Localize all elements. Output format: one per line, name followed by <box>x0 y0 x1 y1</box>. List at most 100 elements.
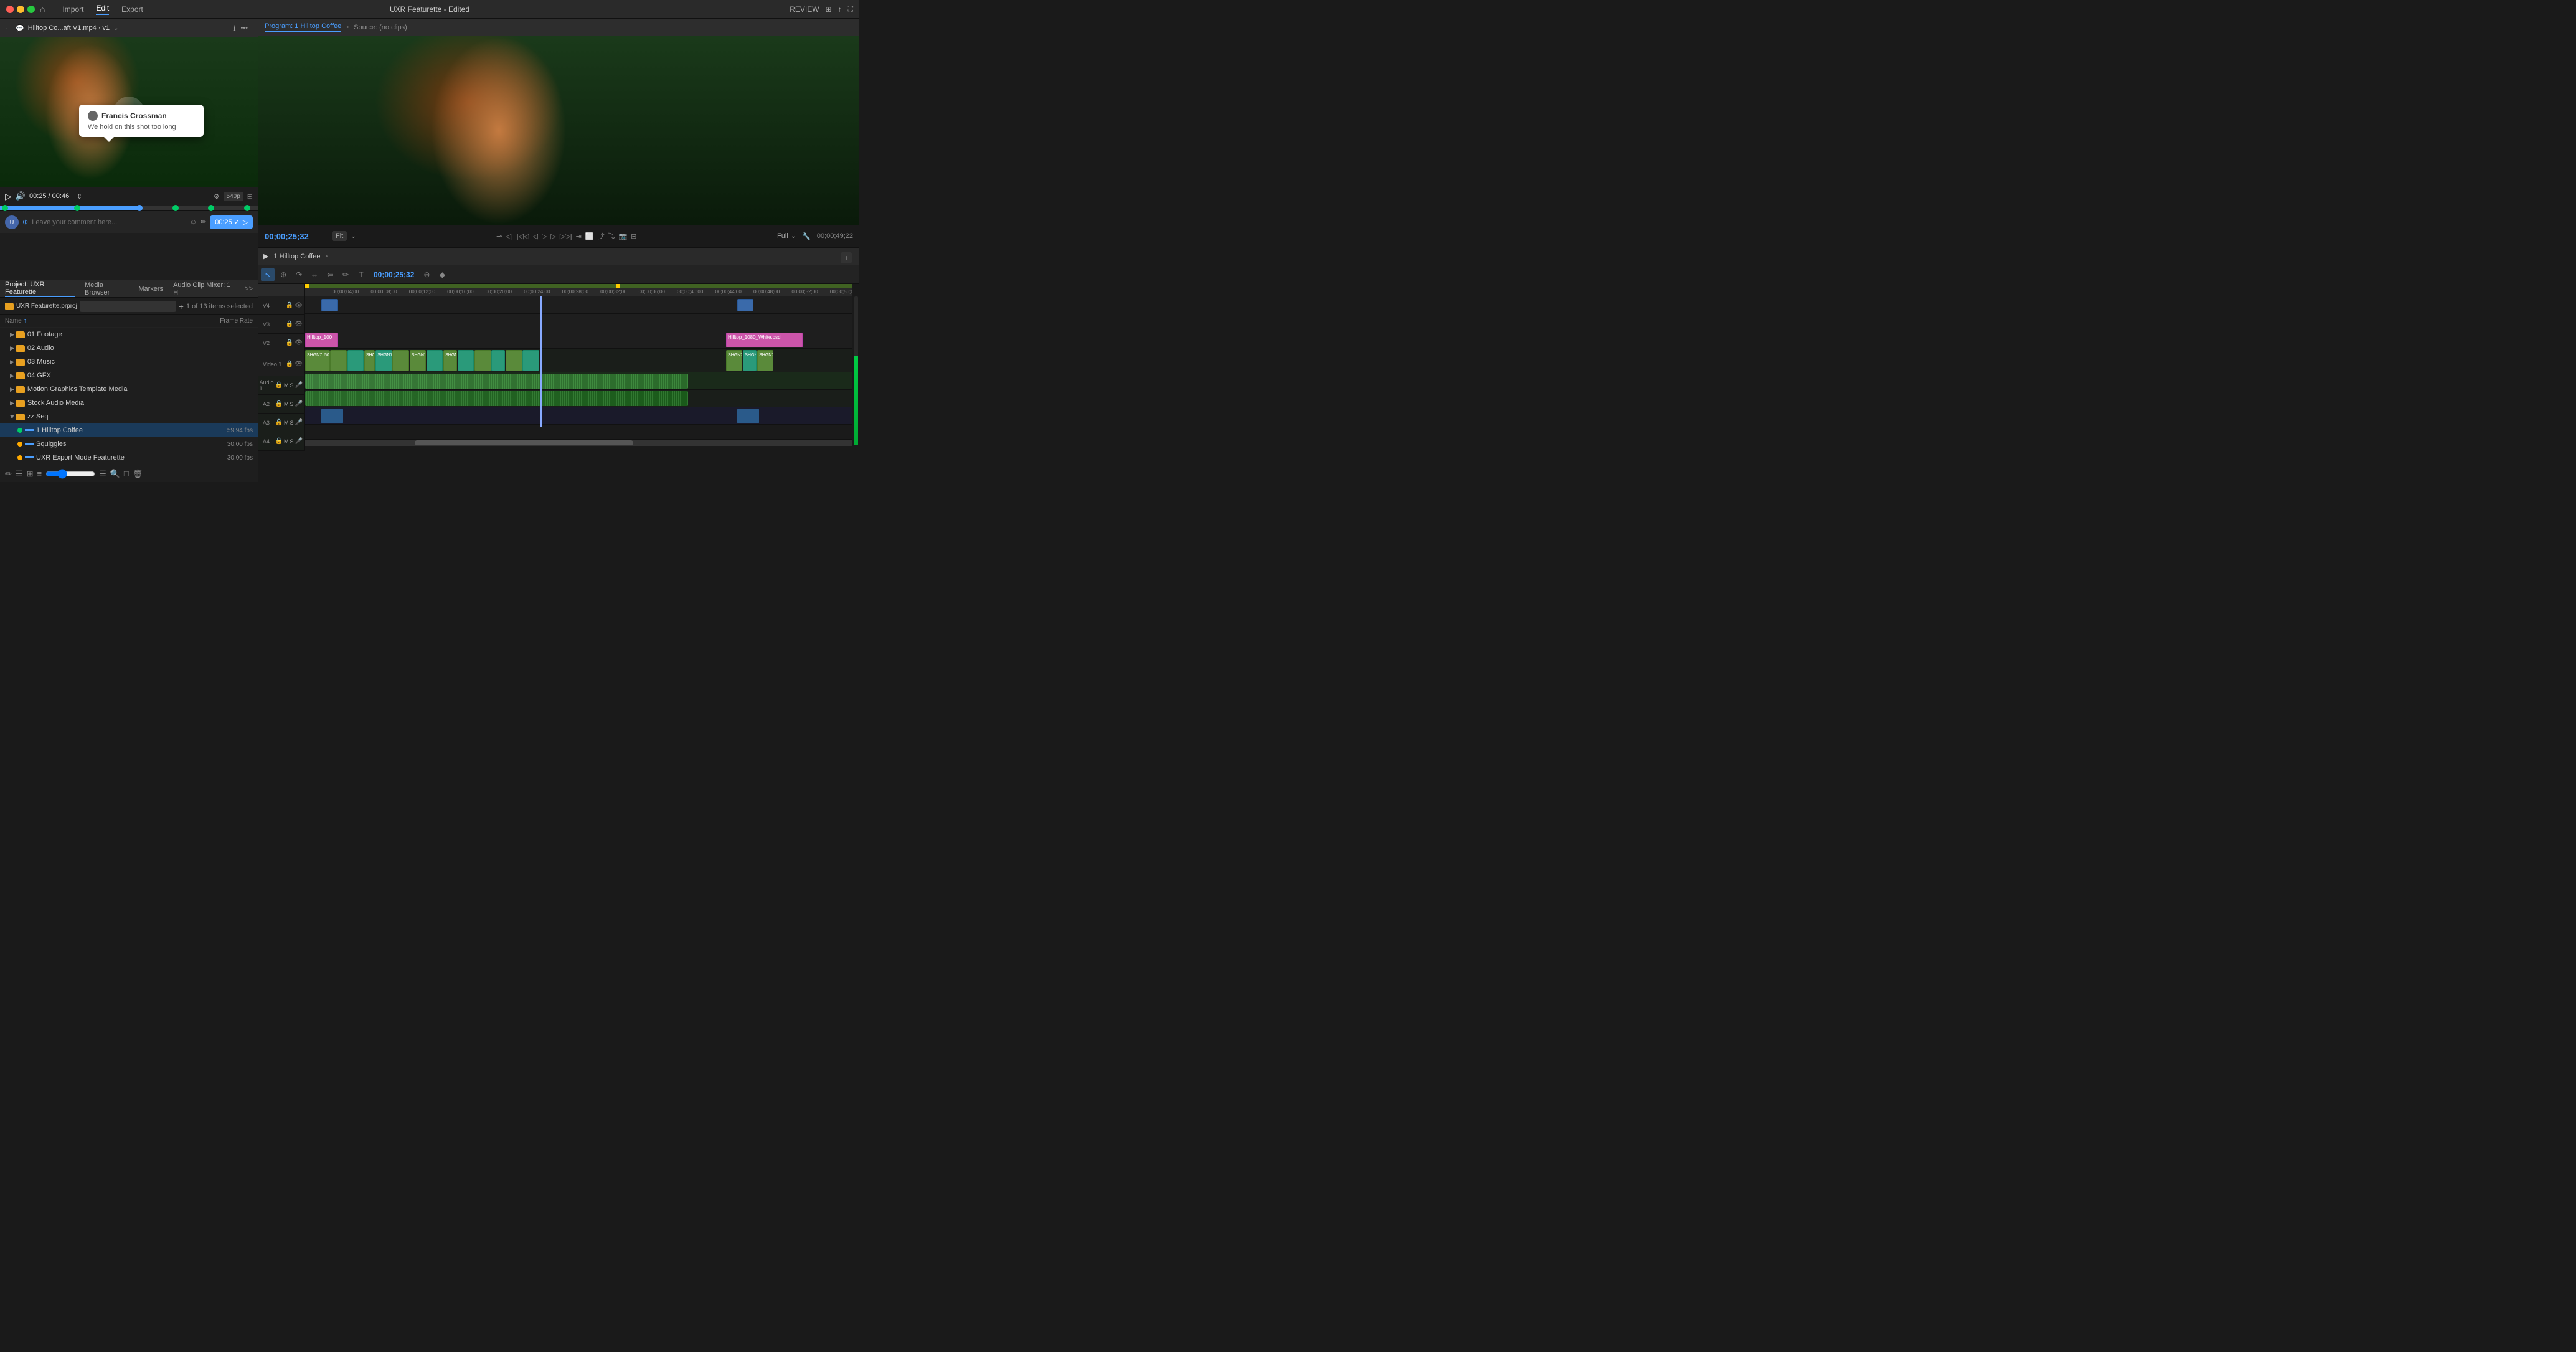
info-icon[interactable]: ℹ <box>233 24 235 32</box>
lock-icon-v2[interactable]: 🔒 <box>286 339 293 346</box>
progress-bar[interactable] <box>0 206 258 210</box>
tab-media-browser[interactable]: Media Browser <box>85 281 128 296</box>
list-item[interactable]: ▶ 02 Audio <box>0 341 258 355</box>
go-back-icon[interactable]: |◁◁ <box>517 232 529 240</box>
clip-v1-11[interactable] <box>474 350 491 371</box>
full-arrow[interactable]: ⌄ <box>791 233 796 240</box>
close-button[interactable] <box>6 6 14 13</box>
play-pause-icon[interactable]: ▷ <box>542 232 547 240</box>
play-icon-sm[interactable]: ▷ <box>5 191 12 202</box>
tab-audio-mixer[interactable]: Audio Clip Mixer: 1 H <box>173 281 235 296</box>
audio-clip-a3-2[interactable] <box>737 409 759 423</box>
share-icon[interactable]: ↑ <box>838 5 842 14</box>
scrollbar-thumb[interactable] <box>415 440 633 445</box>
ripple-tool[interactable]: ⇔ <box>308 268 321 281</box>
zoom-slider[interactable] <box>45 469 95 479</box>
panel-tabs-more[interactable]: >> <box>245 285 253 293</box>
clip-v2-hilltop[interactable]: Hilltop_100 <box>305 333 338 347</box>
step-back-icon[interactable]: ◁| <box>506 232 512 240</box>
nav-import[interactable]: Import <box>62 5 83 14</box>
tab-project[interactable]: Project: UXR Featurette <box>5 281 75 297</box>
minimize-button[interactable] <box>17 6 24 13</box>
settings-icon[interactable]: ⚙ <box>214 192 220 201</box>
search-icon[interactable]: 🔍 <box>110 469 120 479</box>
step-back-frame-icon[interactable]: ◁ <box>532 232 537 240</box>
mic-icon-a1[interactable]: 🎤 <box>295 382 303 389</box>
step-fwd-frame-icon[interactable]: ▷ <box>550 232 555 240</box>
step-fwd-icon[interactable]: ▷▷| <box>560 232 572 240</box>
clip-v1-2[interactable] <box>330 350 346 371</box>
eye-icon-v4[interactable]: 👁 <box>295 302 303 309</box>
eye-icon-v1[interactable]: 👁 <box>295 361 303 367</box>
extract-icon[interactable]: ⤵ <box>608 231 615 241</box>
eye-icon-v3[interactable]: 👁 <box>295 321 303 328</box>
list-view-icon[interactable]: ☰ <box>99 469 106 479</box>
list-icon[interactable]: ☰ <box>16 469 23 479</box>
source-tab[interactable]: Source: (no clips) <box>354 24 407 31</box>
zoom-wrench-icon[interactable]: 🔧 <box>802 232 811 240</box>
clip-v1-14[interactable] <box>522 350 539 371</box>
marker-tool[interactable]: ◆ <box>435 268 449 281</box>
tab-markers[interactable]: Markers <box>138 285 163 293</box>
clip-v2-hilltop2[interactable]: Hilltop_1080_White.psd <box>726 333 803 347</box>
lock-icon-a3[interactable]: 🔒 <box>275 419 283 426</box>
track-select-tool[interactable]: ↷ <box>292 268 306 281</box>
clip-v1-1[interactable]: SHGN7_500 <box>305 350 330 371</box>
full-button[interactable]: Full <box>777 232 788 240</box>
fullscreen-icon[interactable]: ⛶ <box>848 4 853 14</box>
mark-in-icon[interactable]: ⊸ <box>496 232 502 240</box>
comment-input[interactable] <box>32 219 186 226</box>
comment-icon[interactable]: 💬 <box>16 24 24 32</box>
nav-edit[interactable]: Edit <box>96 4 109 15</box>
clip-v4-2[interactable] <box>737 299 753 311</box>
project-search[interactable] <box>80 301 176 312</box>
audio-clip-a3-1[interactable] <box>321 409 343 423</box>
pen-tool[interactable]: ✏ <box>339 268 352 281</box>
list-item[interactable]: ▶ Motion Graphics Template Media <box>0 382 258 396</box>
clip-v1-5[interactable]: SHGN7 <box>375 350 392 371</box>
maximize-button[interactable] <box>27 6 35 13</box>
add-track-button[interactable]: + <box>841 252 852 263</box>
compare-icon[interactable]: ⊟ <box>631 232 636 240</box>
list-item[interactable]: ▶ zz Seq <box>0 410 258 423</box>
bin-icon[interactable]: □ <box>124 469 129 478</box>
review-label[interactable]: REVIEW <box>790 5 819 14</box>
m-button-a4[interactable]: M <box>284 438 289 445</box>
timeline-ruler[interactable]: 00;00;04;00 00;00;08;00 00;00;12;00 00;0… <box>305 284 852 296</box>
clip-v1-3[interactable] <box>347 350 364 371</box>
clip-v4-1[interactable] <box>321 299 337 311</box>
audio-clip-a1[interactable] <box>305 374 688 389</box>
s-button-a3[interactable]: S <box>290 420 294 426</box>
insert-icon[interactable]: ⇥ <box>576 232 582 240</box>
clip-v1-4[interactable]: SHG <box>364 350 375 371</box>
m-button-a1[interactable]: M <box>284 382 289 389</box>
lift-icon[interactable]: ⤴ <box>598 231 605 241</box>
fit-button[interactable]: Fit <box>332 231 347 241</box>
razor-tool[interactable]: ⊕ <box>276 268 290 281</box>
audio-clip-a2[interactable] <box>305 391 688 406</box>
more-icon[interactable]: ••• <box>240 24 248 32</box>
m-button-a2[interactable]: M <box>284 401 289 407</box>
lock-icon-v3[interactable]: 🔒 <box>286 321 293 328</box>
mic-icon-a3[interactable]: 🎤 <box>295 419 303 426</box>
draw-icon[interactable]: ✏ <box>201 218 206 226</box>
window-mode-icon[interactable]: ⊞ <box>826 5 832 14</box>
list-item[interactable]: ▶ 01 Footage <box>0 328 258 341</box>
mic-icon-a2[interactable]: 🎤 <box>295 400 303 407</box>
clip-v1-12[interactable] <box>491 350 505 371</box>
slip-tool[interactable]: ⇦ <box>323 268 337 281</box>
program-tab[interactable]: Program: 1 Hilltop Coffee <box>265 22 341 32</box>
grid-icon[interactable]: ⊞ <box>27 469 34 479</box>
clip-v1-15[interactable]: SHGN7_S <box>726 350 742 371</box>
delete-icon[interactable]: 🗑 <box>133 469 143 479</box>
m-button-a3[interactable]: M <box>284 420 289 426</box>
fit-icon[interactable]: ⊞ <box>247 192 253 201</box>
new-folder-icon[interactable]: + <box>179 301 184 311</box>
overwrite-icon[interactable]: ⬜ <box>585 232 594 240</box>
expand-icon[interactable]: ⇕ <box>77 192 82 201</box>
list-item-selected[interactable]: 1 Hilltop Coffee 59.94 fps <box>0 423 258 437</box>
select-tool[interactable]: ↖ <box>261 268 275 281</box>
sort-icon[interactable]: ↑ <box>24 318 27 324</box>
send-icon[interactable]: ▷ <box>242 217 248 227</box>
clip-v1-10[interactable] <box>458 350 474 371</box>
